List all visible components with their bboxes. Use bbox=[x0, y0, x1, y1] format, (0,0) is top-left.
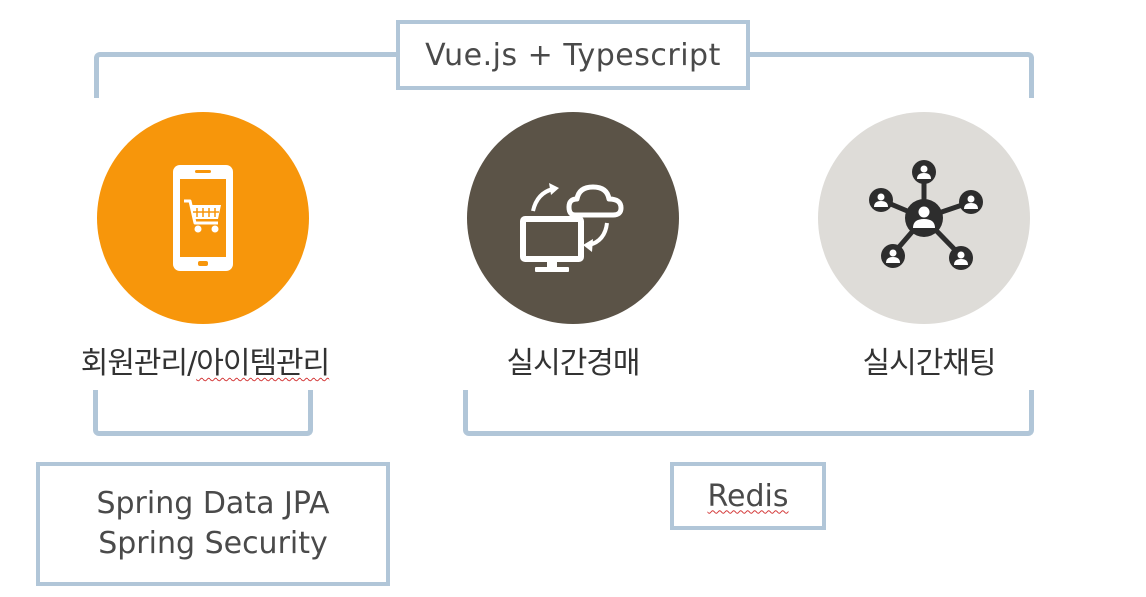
spring-stack-label: Spring Data JPA Spring Security bbox=[36, 462, 390, 586]
realtime-auction-circle bbox=[467, 112, 679, 324]
spring-security-text: Spring Security bbox=[98, 526, 328, 561]
member-management-text: 회원관리/ bbox=[80, 346, 198, 381]
realtime-chat-caption: 실시간채팅 bbox=[862, 346, 997, 381]
member-item-management-caption: 회원관리/아이템관리 bbox=[60, 338, 350, 382]
frontend-stack-text: Vue.js + Typescript bbox=[425, 37, 721, 73]
realtime-auction-caption: 실시간경매 bbox=[506, 346, 641, 381]
backend-right-bracket bbox=[463, 390, 1034, 436]
frontend-stack-label: Vue.js + Typescript bbox=[396, 20, 750, 90]
cloud-sync-monitor-icon bbox=[520, 183, 624, 272]
spring-data-jpa-text: Spring Data JPA bbox=[96, 486, 330, 521]
member-item-management-circle bbox=[97, 112, 309, 324]
redis-text: Redis bbox=[707, 478, 789, 514]
shopping-cart-phone-icon bbox=[173, 165, 233, 271]
backend-left-bracket bbox=[93, 390, 313, 436]
item-management-text: 아이템관리 bbox=[196, 346, 330, 381]
redis-label: Redis bbox=[670, 462, 826, 530]
people-network-icon bbox=[869, 160, 983, 270]
realtime-chat-circle bbox=[818, 112, 1030, 324]
